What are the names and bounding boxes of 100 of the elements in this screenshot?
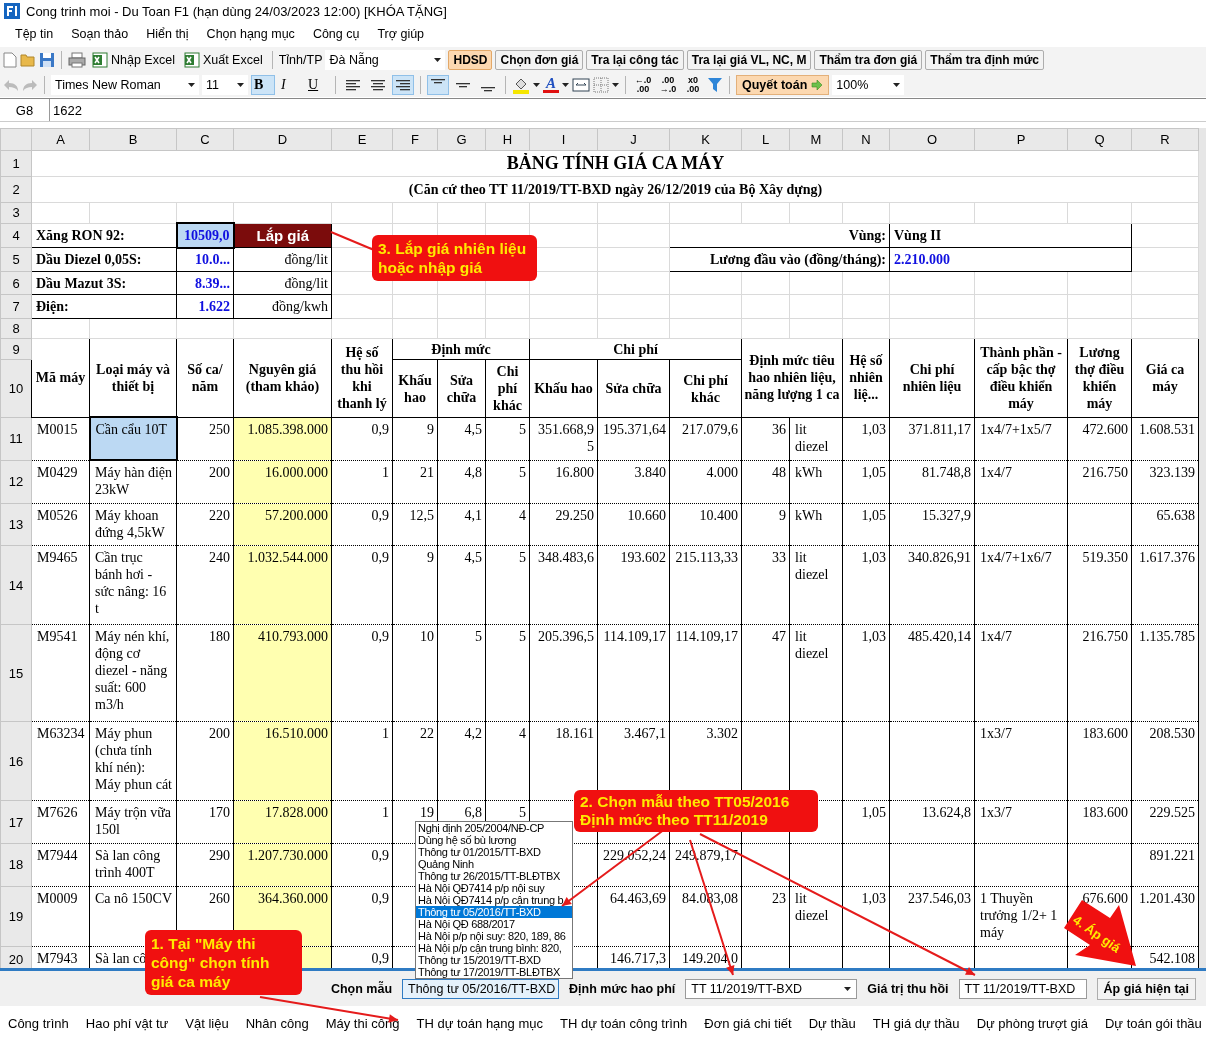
parameter-value[interactable]: 8.39... <box>176 271 234 295</box>
sheet-tab[interactable]: TH dự toán công trình <box>560 1016 688 1031</box>
column-letter[interactable]: G <box>437 128 486 151</box>
column-letter[interactable]: M <box>789 128 843 151</box>
toolbar-button[interactable]: Thẩm tra đơn giá <box>814 49 923 70</box>
font-color-button[interactable]: A <box>543 76 559 93</box>
column-letter[interactable]: O <box>889 128 975 151</box>
dropdown-caret-icon[interactable] <box>434 57 442 62</box>
dropdown-option[interactable]: Thông tư 17/2019/TT-BLĐTBX <box>416 966 572 978</box>
column-letter[interactable]: P <box>974 128 1068 151</box>
province-dropdown[interactable]: Đà Nẵng <box>325 49 446 70</box>
apply-price-button[interactable]: Áp giá hiện tại <box>1096 977 1196 1000</box>
toolbar-button[interactable]: HDSD <box>448 49 493 70</box>
dropdown-option[interactable]: Thông tư 26/2015/TT-BLĐTBX <box>416 870 572 882</box>
column-letter[interactable]: J <box>597 128 670 151</box>
row-number: 17 <box>0 800 32 844</box>
text-style-button[interactable]: I <box>278 74 302 95</box>
table-cell: 1,03 <box>842 886 890 947</box>
menu-item[interactable]: Công cụ <box>303 27 369 41</box>
column-letter[interactable]: N <box>842 128 890 151</box>
text-style-button[interactable]: U <box>305 74 329 95</box>
sheet-tab[interactable]: TH giá dự thầu <box>872 1016 960 1031</box>
table-cell: M9465 <box>31 545 90 625</box>
menu-item[interactable]: Chọn hạng mục <box>197 27 304 41</box>
column-letter[interactable]: E <box>331 128 393 151</box>
dropdown-caret-icon[interactable] <box>893 82 901 87</box>
settlement-button[interactable]: Quyết toán <box>736 74 830 95</box>
decimal-button[interactable]: x0 .00 <box>682 75 704 94</box>
dropdown-option[interactable]: Hà Nội QĐ7414 p/p cận trung b <box>416 894 572 906</box>
column-letter[interactable]: A <box>31 128 90 151</box>
dropdown-option[interactable]: Thông tư 15/2019/TT-BXD <box>416 954 572 966</box>
dropdown-option[interactable]: Hà Nội QĐ7414 p/p nội suy <box>416 882 572 894</box>
decimal-button[interactable]: ←.0 .00 <box>632 75 654 94</box>
column-letter[interactable]: C <box>176 128 234 151</box>
column-letter[interactable]: F <box>392 128 438 151</box>
printer-icon[interactable] <box>68 51 86 68</box>
template-dropdown[interactable]: Thông tư 05/2016/TT-BXD <box>402 978 560 999</box>
menu-item[interactable]: Tệp tin <box>6 27 63 41</box>
parameter-value[interactable]: 10.0... <box>176 247 234 272</box>
dropdown-caret-icon[interactable] <box>237 82 244 87</box>
sheet-tab[interactable]: Công trình <box>8 1016 69 1031</box>
parameter-value[interactable]: 10509,0 <box>176 223 234 248</box>
callout-text: hoặc nhập giá <box>378 258 484 277</box>
sheet-tab[interactable]: Nhân công <box>245 1016 309 1031</box>
row-number: 10 <box>0 359 32 418</box>
column-letter[interactable]: K <box>669 128 742 151</box>
dropdown-option[interactable]: Thông tư 01/2015/TT-BXD <box>416 846 572 858</box>
text-style-button[interactable]: B <box>251 74 275 95</box>
dropdown-caret-icon[interactable] <box>188 82 195 87</box>
dropdown-caret-icon[interactable] <box>533 82 540 87</box>
column-letter[interactable]: D <box>233 128 332 151</box>
table-cell: 4 <box>485 503 530 546</box>
sheet-tab[interactable]: Máy thi công <box>325 1016 400 1031</box>
dropdown-caret-icon[interactable] <box>562 82 569 87</box>
filter-icon[interactable] <box>707 76 723 93</box>
import-excel-button[interactable]: Nhập Excel <box>89 49 178 70</box>
dropdown-option[interactable]: Hà Nội QĐ 688/2017 <box>416 918 572 930</box>
font-size-dropdown[interactable]: 11 <box>202 74 248 95</box>
sheet-tab[interactable]: Hao phí vật tư <box>85 1016 169 1031</box>
formula-field[interactable]: 1622 <box>50 99 82 121</box>
column-letter[interactable]: R <box>1131 128 1199 151</box>
sheet-tab[interactable]: Vật liệu <box>185 1016 229 1031</box>
sheet-tab[interactable]: Dự toán gói thầu <box>1104 1016 1202 1031</box>
spreadsheet-icon[interactable] <box>92 51 108 68</box>
zoom-dropdown[interactable]: 100% <box>832 74 905 95</box>
column-letter[interactable]: L <box>741 128 790 151</box>
save-icon[interactable] <box>39 51 55 68</box>
sheet-tab[interactable]: Dự phòng trượt giá <box>976 1016 1088 1031</box>
column-letter[interactable]: H <box>485 128 530 151</box>
menu-item[interactable]: Soạn thảo <box>62 27 138 41</box>
salvage-dropdown[interactable]: TT 11/2019/TT-BXD <box>958 978 1087 999</box>
dropdown-option[interactable]: Quảng Ninh <box>416 858 572 870</box>
merge-cells-icon[interactable] <box>572 76 590 93</box>
menu-item[interactable]: Trợ giúp <box>368 27 434 41</box>
dropdown-option[interactable]: Hà Nội p/p nội suy: 820, 189, 86 <box>416 930 572 942</box>
sheet-tab[interactable]: Đơn giá chi tiết <box>704 1016 792 1031</box>
parameter-value[interactable]: 1.622 <box>176 294 234 319</box>
norm-dropdown[interactable]: TT 11/2019/TT-BXD <box>685 978 858 999</box>
export-excel-button[interactable]: Xuất Excel <box>180 49 266 70</box>
table-cell[interactable]: Cần cẩu 10T <box>89 417 177 460</box>
sheet-tab[interactable]: TH dự toán hạng mục <box>416 1016 543 1031</box>
font-dropdown[interactable]: Times New Roman <box>51 74 199 95</box>
spreadsheet-icon[interactable] <box>183 51 200 68</box>
dropdown-option[interactable]: Hà Nội p/p cận trung bình: 820, <box>416 942 572 954</box>
row-number: 8 <box>0 318 32 339</box>
table-cell: 10 <box>392 624 438 722</box>
column-letter[interactable]: Q <box>1067 128 1132 151</box>
decimal-button[interactable]: .00 →.0 <box>657 75 679 94</box>
toolbar-button[interactable]: Tra lại công tác <box>586 49 684 70</box>
dropdown-option[interactable]: Thông tư 05/2016/TT-BXD <box>416 906 572 918</box>
column-letter[interactable]: B <box>89 128 177 151</box>
column-header: Mã máy <box>31 338 90 418</box>
sheet-tab[interactable]: Dự thầu <box>808 1016 856 1031</box>
column-letter[interactable]: I <box>529 128 598 151</box>
toolbar-button[interactable]: Thẩm tra định mức <box>925 49 1044 70</box>
menu-item[interactable]: Hiển thị <box>137 27 198 41</box>
toolbar-button[interactable]: Chọn đơn giá <box>495 49 584 70</box>
dropdown-caret-icon[interactable] <box>612 82 619 87</box>
dropdown-caret-icon[interactable] <box>844 986 852 991</box>
toolbar-button[interactable]: Tra lại giá VL, NC, M <box>686 49 812 70</box>
